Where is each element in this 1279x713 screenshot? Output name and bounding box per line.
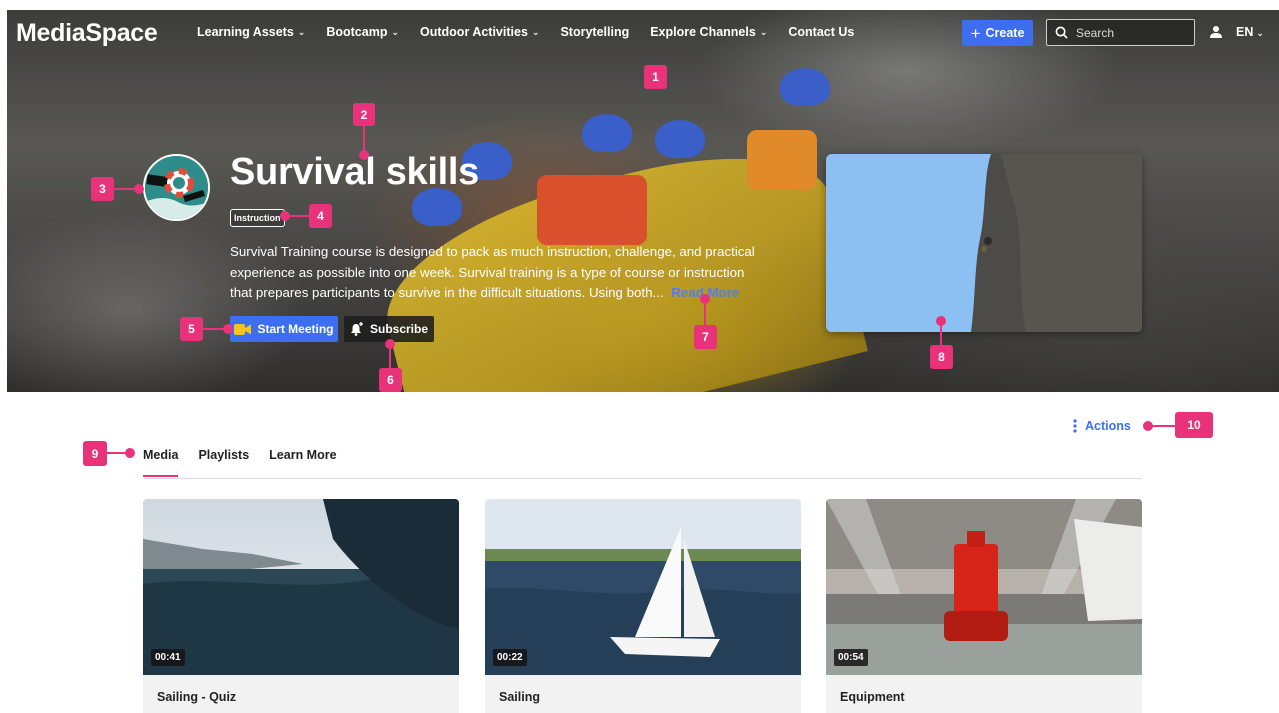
media-card[interactable]: 00:54 Equipment — [826, 499, 1142, 713]
chevron-down-icon: ⌄ — [297, 26, 306, 37]
duration-badge: 00:41 — [151, 649, 185, 666]
annotation-dot — [1143, 421, 1153, 431]
nav-item-storytelling[interactable]: Storytelling — [560, 25, 629, 39]
nav-item-contact-us[interactable]: Contact Us — [788, 25, 854, 39]
user-icon[interactable] — [1209, 25, 1223, 39]
sailboat-image — [485, 499, 801, 675]
media-title[interactable]: Equipment — [840, 690, 905, 704]
nav-item-bootcamp[interactable]: Bootcamp ⌄ — [326, 25, 399, 39]
media-title[interactable]: Sailing — [499, 690, 540, 704]
channel-logo — [143, 154, 210, 221]
annotation-dot — [125, 448, 135, 458]
vertical-ellipsis-icon — [1073, 419, 1077, 433]
site-logo[interactable]: MediaSpace — [16, 19, 158, 48]
chevron-down-icon: ⌄ — [759, 26, 768, 37]
annotation-dot — [385, 339, 395, 349]
media-title[interactable]: Sailing - Quiz — [157, 690, 236, 704]
start-meeting-label: Start Meeting — [257, 322, 334, 336]
media-thumbnail[interactable] — [826, 499, 1142, 675]
subscribe-label: Subscribe — [369, 322, 429, 336]
tab-media[interactable]: Media — [143, 448, 179, 477]
language-label: EN — [1236, 25, 1254, 39]
annotation-dot — [700, 294, 710, 304]
chevron-down-icon: ⌄ — [1256, 28, 1264, 38]
chevron-down-icon: ⌄ — [531, 26, 540, 37]
tabs-divider — [143, 478, 1142, 479]
tab-learn-more[interactable]: Learn More — [269, 448, 336, 477]
nav-menu: Learning Assets ⌄ Bootcamp ⌄ Outdoor Activ… — [197, 25, 875, 39]
duration-badge: 00:54 — [834, 649, 868, 666]
channel-tag[interactable]: Instruction — [230, 209, 285, 227]
annotation-marker: 5 — [180, 317, 203, 341]
annotation-dot — [936, 316, 946, 326]
helmet-shape — [582, 114, 632, 152]
language-selector[interactable]: EN ⌄ — [1236, 25, 1264, 39]
tab-playlists[interactable]: Playlists — [198, 448, 249, 477]
media-thumbnail[interactable] — [143, 499, 459, 675]
nav-item-label: Bootcamp — [326, 25, 388, 39]
vest-shape — [747, 130, 817, 190]
nav-item-outdoor-activities[interactable]: Outdoor Activities ⌄ — [420, 25, 539, 39]
nav-item-label: Explore Channels — [650, 25, 756, 39]
search-input[interactable] — [1076, 25, 1176, 40]
search-box[interactable] — [1046, 19, 1195, 46]
create-button[interactable]: + Create — [962, 20, 1033, 46]
vest-shape — [537, 175, 647, 245]
video-camera-icon — [234, 323, 252, 335]
helmet-shape — [655, 120, 705, 158]
nav-item-explore-channels[interactable]: Explore Channels ⌄ — [650, 25, 767, 39]
nav-item-label: Outdoor Activities — [420, 25, 528, 39]
annotation-marker: 2 — [353, 103, 375, 126]
channel-description: Survival Training course is designed to … — [230, 242, 770, 304]
annotation-dot — [134, 184, 144, 194]
nav-item-learning-assets[interactable]: Learning Assets ⌄ — [197, 25, 305, 39]
annotation-marker: 10 — [1175, 412, 1213, 438]
annotation-dot — [223, 324, 233, 334]
annotation-marker: 4 — [309, 204, 332, 228]
nav-item-label: Learning Assets — [197, 25, 294, 39]
nav-item-label: Storytelling — [560, 25, 630, 39]
chevron-down-icon: ⌄ — [391, 26, 400, 37]
top-navigation: MediaSpace Learning Assets ⌄ Bootcamp ⌄ Ou… — [7, 10, 1279, 56]
plus-icon: + — [970, 23, 981, 43]
actions-button[interactable]: Actions — [1073, 419, 1131, 433]
media-card[interactable]: 00:22 Sailing — [485, 499, 801, 713]
annotation-line — [1150, 425, 1175, 427]
duration-badge: 00:22 — [493, 649, 527, 666]
annotation-dot — [359, 150, 369, 160]
nav-item-label: Contact Us — [788, 25, 855, 39]
media-thumbnail[interactable] — [485, 499, 801, 675]
create-button-label: Create — [985, 26, 1025, 40]
annotation-marker: 8 — [930, 345, 953, 369]
start-meeting-button[interactable]: Start Meeting — [230, 316, 338, 342]
annotation-marker: 9 — [83, 441, 107, 466]
sea-boat-image — [143, 499, 459, 675]
helmet-shape — [780, 68, 830, 106]
cliff-image — [826, 154, 1142, 332]
featured-video-thumbnail[interactable] — [826, 154, 1142, 332]
buoy-image — [826, 499, 1142, 675]
annotation-marker: 1 — [644, 65, 667, 89]
bell-plus-icon — [350, 322, 363, 336]
search-icon — [1055, 26, 1068, 39]
annotation-marker: 6 — [379, 368, 402, 392]
annotation-marker: 3 — [91, 177, 114, 201]
annotation-marker: 7 — [694, 325, 717, 349]
annotation-dot — [280, 211, 290, 221]
channel-title: Survival skills — [230, 151, 479, 193]
actions-label: Actions — [1085, 419, 1131, 433]
channel-tabs: Media Playlists Learn More — [143, 448, 337, 477]
media-card[interactable]: 00:41 Sailing - Quiz — [143, 499, 459, 713]
